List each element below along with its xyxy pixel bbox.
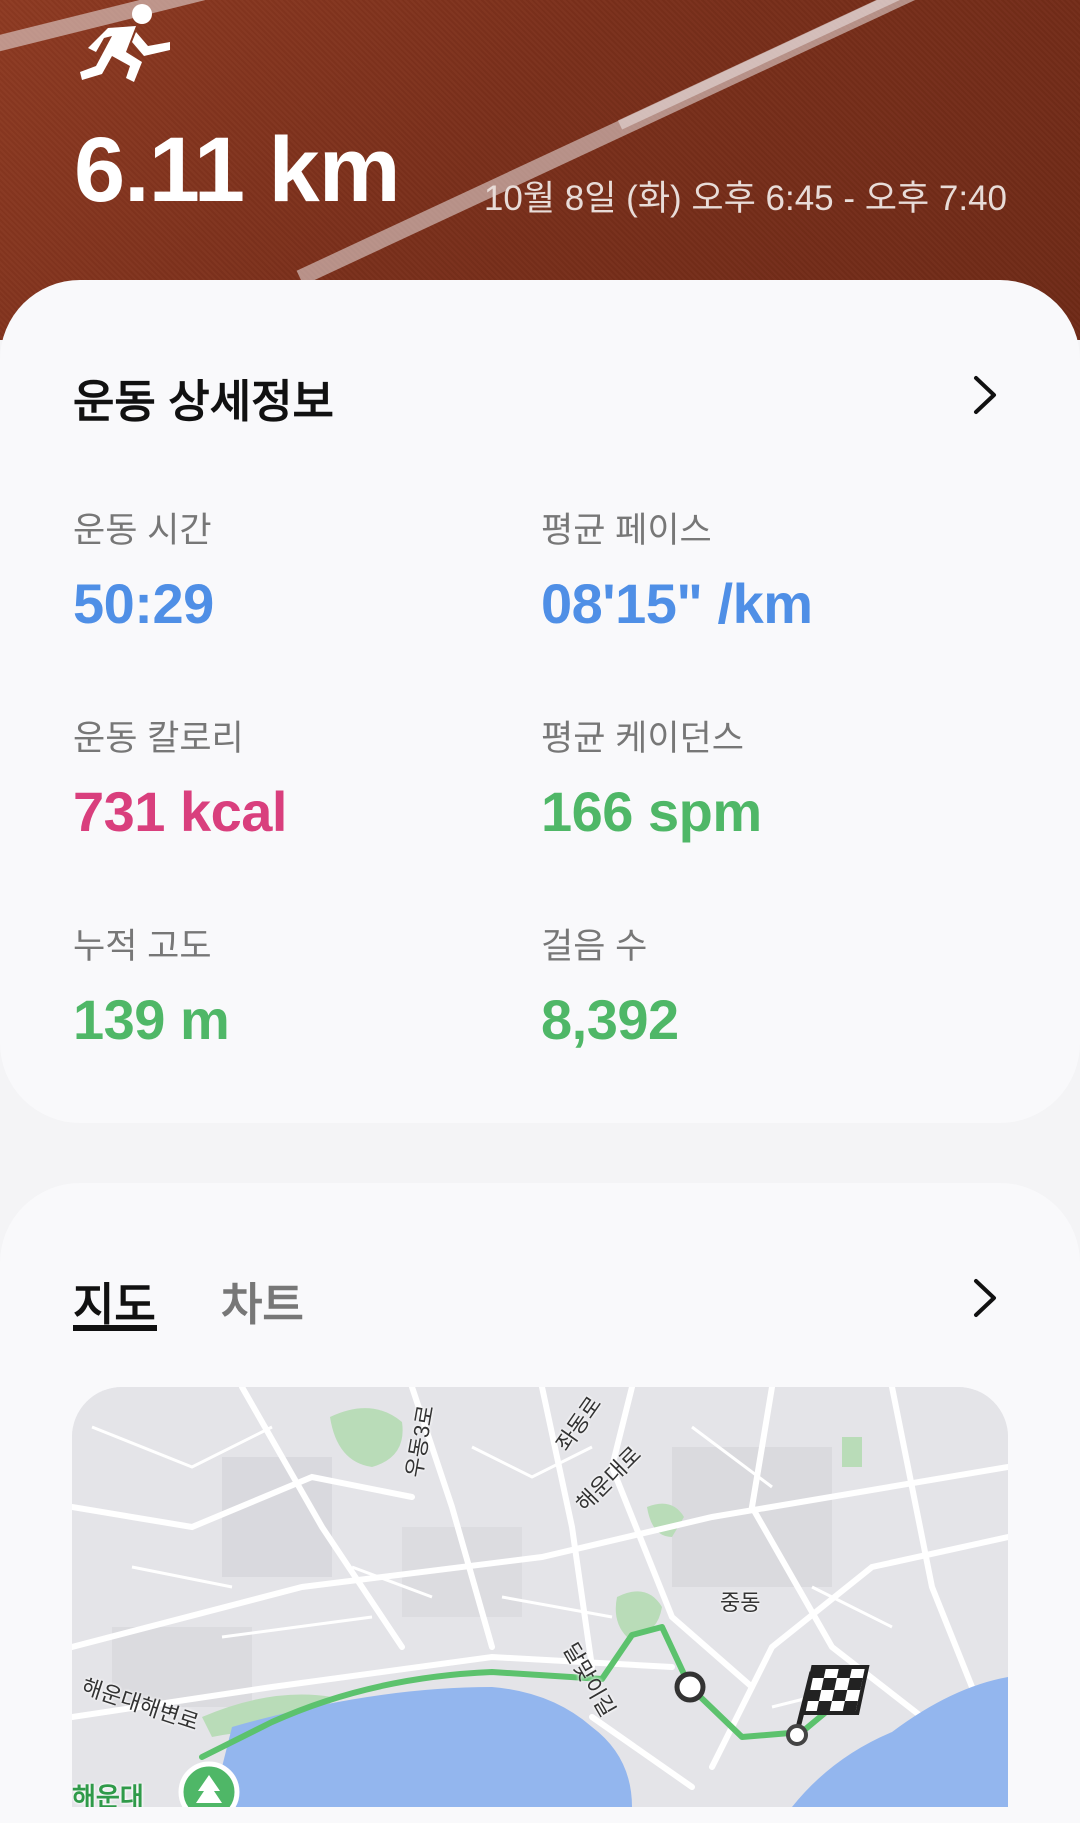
stat-value: 139 m [73,988,230,1051]
map-chevron-right-icon[interactable] [964,1273,1004,1323]
details-chevron-right-icon[interactable] [964,370,1004,420]
route-map[interactable]: 우동3로 좌동로 해운대로 중동 달맞이길 해운대해변로 해운대 [72,1387,1008,1807]
distance-value: 6.11 km [74,119,401,221]
details-title: 운동 상세정보 [73,376,334,427]
stat-label: 누적 고도 [73,927,212,966]
stat-value: 166 spm [541,780,762,843]
stat-label: 평균 케이던스 [541,719,744,758]
tab-map[interactable]: 지도 [73,1268,156,1333]
map-label: 중동 [720,1590,761,1615]
stat-value: 08'15" /km [541,572,813,635]
active-tab-indicator [73,1325,157,1331]
stat-label: 운동 시간 [73,511,212,550]
map-chart-card: 지도 차트 우동3로 좌동로 해운대로 중동 달맞이길 해운대해변로 해운대 [0,1183,1080,1823]
map-label: 해운대 [72,1782,144,1807]
stat-label: 운동 칼로리 [73,719,244,758]
stat-average-pace: 평균 페이스 08'15" /km [541,502,813,636]
stat-steps: 걸음 수 8,392 [541,918,679,1052]
stat-average-cadence: 평균 케이던스 166 spm [541,710,762,844]
stat-label: 평균 페이스 [541,511,712,550]
workout-datetime: 10월 8일 (화) 오후 6:45 - 오후 7:40 [483,179,1007,218]
stat-label: 걸음 수 [541,927,648,966]
stat-value: 8,392 [541,988,679,1051]
stat-elevation-gain: 누적 고도 139 m [73,918,230,1052]
tab-chart[interactable]: 차트 [221,1268,304,1333]
stat-calories: 운동 칼로리 731 kcal [73,710,287,844]
stat-workout-time: 운동 시간 50:29 [73,502,214,636]
stat-value: 50:29 [73,572,214,635]
running-person-icon [78,2,174,86]
map-canvas [72,1387,1008,1807]
workout-details-card[interactable]: 운동 상세정보 운동 시간 50:29 평균 페이스 08'15" /km 운동… [0,280,1080,1123]
stat-value: 731 kcal [73,780,287,843]
